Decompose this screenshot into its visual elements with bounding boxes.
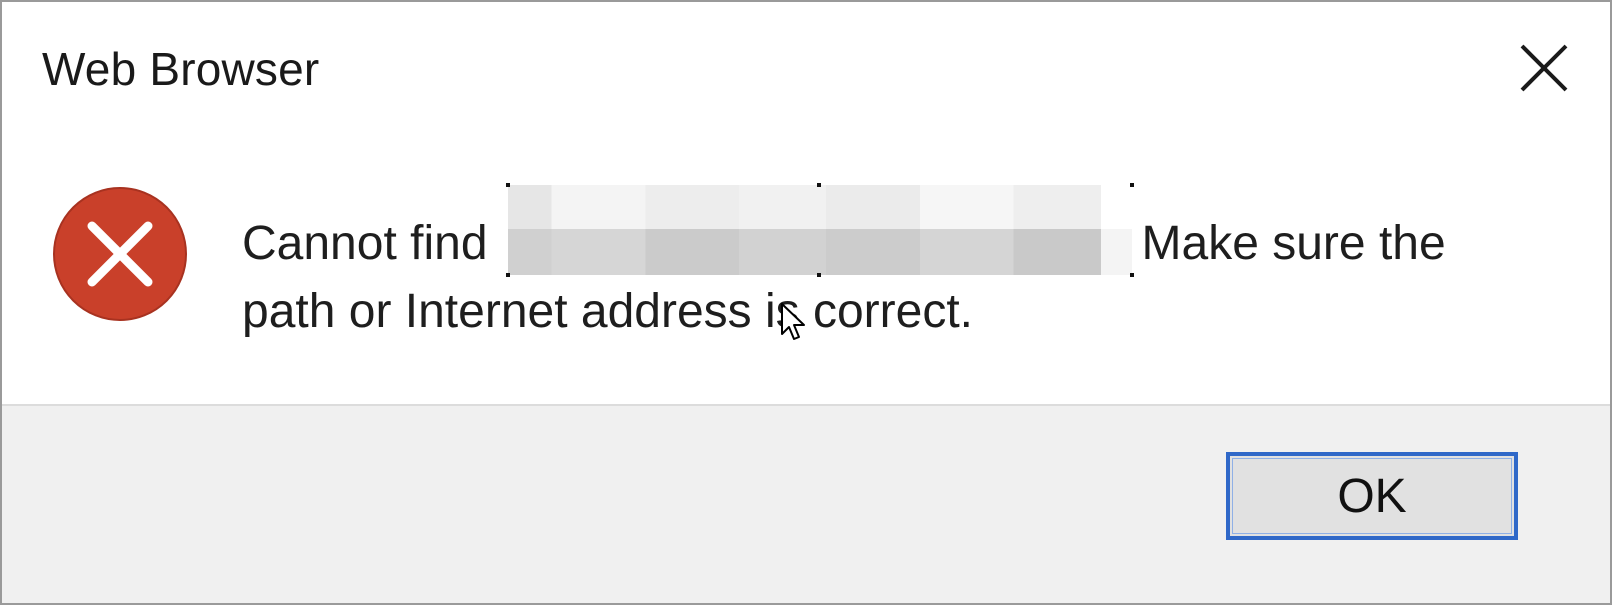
- message-line-1: Cannot find Make sure the: [242, 183, 1572, 278]
- close-icon: [1520, 44, 1568, 92]
- ok-button[interactable]: OK: [1226, 452, 1518, 540]
- redacted-path: [505, 183, 1134, 277]
- error-dialog: Web Browser Cannot find Make sure the pa…: [0, 0, 1612, 605]
- message-prefix: Cannot find: [242, 217, 488, 270]
- message-suffix: Make sure the: [1141, 217, 1446, 270]
- dialog-title: Web Browser: [42, 43, 320, 95]
- message-line-2: path or Internet address is correct.: [242, 285, 974, 338]
- close-button[interactable]: [1516, 40, 1572, 96]
- error-message: Cannot find Make sure the path or Intern…: [242, 183, 1572, 346]
- button-bar: OK: [2, 404, 1610, 603]
- error-icon: [52, 186, 188, 322]
